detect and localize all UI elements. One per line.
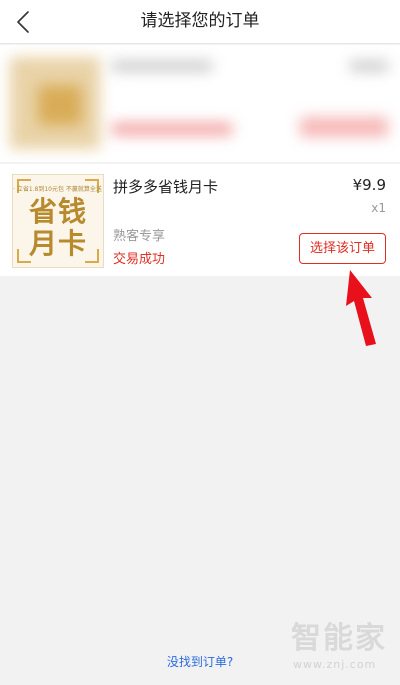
thumbnail-text-line2: 月卡: [28, 227, 87, 260]
select-order-button[interactable]: 选择该订单: [299, 233, 386, 264]
product-quantity: x1: [371, 201, 386, 215]
product-tag: 熟客专享: [113, 229, 166, 244]
product-name: 拼多多省钱月卡: [113, 178, 219, 196]
product-price: ¥9.9: [352, 176, 386, 194]
blurred-order-card[interactable]: [0, 45, 400, 162]
watermark-logo: 智能家: [291, 621, 387, 656]
blurred-price: [350, 61, 388, 71]
blurred-content: [0, 45, 400, 162]
thumbnail-caption: · 立省1.8到10元包 不赢就算全送 ·: [13, 186, 104, 193]
blurred-title: [112, 61, 212, 71]
page-title: 请选择您的订单: [140, 11, 260, 31]
blurred-thumbnail: [10, 57, 100, 149]
product-thumbnail: · 立省1.8到10元包 不赢就算全送 · 省钱 月卡: [12, 174, 104, 268]
order-status: 交易成功: [113, 252, 166, 267]
blurred-select-button: [300, 117, 388, 137]
arrow-pointer-icon: [346, 270, 376, 346]
thumbnail-text-line1: 省钱: [28, 195, 87, 228]
back-button[interactable]: [6, 4, 42, 40]
chevron-left-icon: [17, 11, 29, 33]
order-card: · 立省1.8到10元包 不赢就算全送 · 省钱 月卡 拼多多省钱月卡 ¥9.9…: [0, 164, 400, 276]
navbar: 请选择您的订单: [0, 0, 400, 44]
order-not-found-link[interactable]: 没找到订单?: [0, 653, 400, 670]
blurred-status: [112, 123, 232, 135]
